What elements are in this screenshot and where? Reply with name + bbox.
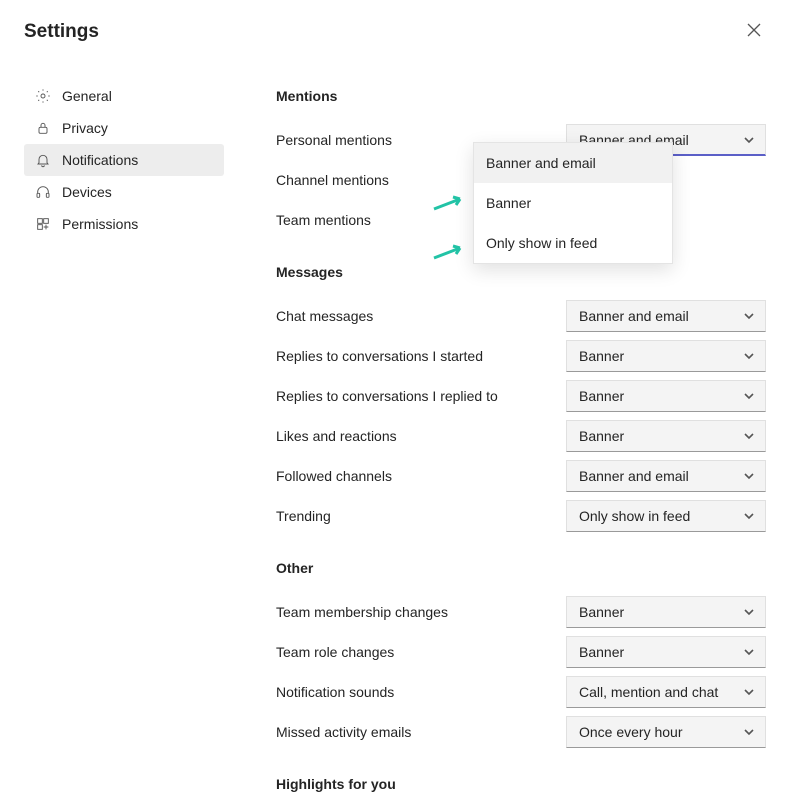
setting-label-trending: Trending	[276, 507, 331, 525]
gear-icon	[34, 87, 52, 105]
sidebar-item-label: General	[62, 88, 112, 104]
setting-label-replies-replied: Replies to conversations I replied to	[276, 387, 498, 405]
close-button[interactable]	[742, 20, 766, 44]
chevron-down-icon	[743, 686, 755, 698]
setting-label-team-mentions: Team mentions	[276, 211, 371, 229]
setting-label-missed-emails: Missed activity emails	[276, 723, 411, 741]
chevron-down-icon	[743, 726, 755, 738]
select-trending[interactable]: Only show in feed	[566, 500, 766, 532]
main-content: Mentions Personal mentions Banner and em…	[224, 80, 766, 808]
sidebar-item-notifications[interactable]: Notifications	[24, 144, 224, 176]
select-value: Once every hour	[579, 724, 683, 740]
annotation-arrow	[432, 242, 468, 269]
sidebar-item-privacy[interactable]: Privacy	[24, 112, 224, 144]
chevron-down-icon	[743, 430, 755, 442]
sidebar: General Privacy Notifications Devices	[24, 80, 224, 240]
dropdown-option-banner[interactable]: Banner	[474, 183, 672, 223]
section-heading-messages: Messages	[276, 264, 766, 280]
select-replies-replied[interactable]: Banner	[566, 380, 766, 412]
select-value: Banner	[579, 604, 624, 620]
setting-label-team-role: Team role changes	[276, 643, 394, 661]
select-value: Banner	[579, 428, 624, 444]
close-icon	[747, 23, 761, 42]
select-value: Banner and email	[579, 308, 689, 324]
select-team-role[interactable]: Banner	[566, 636, 766, 668]
headphones-icon	[34, 183, 52, 201]
sidebar-item-general[interactable]: General	[24, 80, 224, 112]
section-heading-highlights: Highlights for you	[276, 776, 766, 792]
dropdown-option-banner-and-email[interactable]: Banner and email	[474, 143, 672, 183]
select-likes-reactions[interactable]: Banner	[566, 420, 766, 452]
page-title: Settings	[24, 21, 99, 43]
select-team-membership[interactable]: Banner	[566, 596, 766, 628]
setting-label-likes-reactions: Likes and reactions	[276, 427, 397, 445]
sidebar-item-label: Notifications	[62, 152, 138, 168]
setting-label-followed-channels: Followed channels	[276, 467, 392, 485]
select-value: Banner	[579, 348, 624, 364]
chevron-down-icon	[743, 134, 755, 146]
setting-label-replies-started: Replies to conversations I started	[276, 347, 483, 365]
select-value: Call, mention and chat	[579, 684, 718, 700]
setting-label-personal-mentions: Personal mentions	[276, 131, 392, 149]
sidebar-item-label: Permissions	[62, 216, 138, 232]
setting-label-channel-mentions: Channel mentions	[276, 171, 389, 189]
chevron-down-icon	[743, 646, 755, 658]
section-heading-other: Other	[276, 560, 766, 576]
lock-icon	[34, 119, 52, 137]
select-notification-sounds[interactable]: Call, mention and chat	[566, 676, 766, 708]
select-value: Banner	[579, 388, 624, 404]
select-followed-channels[interactable]: Banner and email	[566, 460, 766, 492]
sidebar-item-devices[interactable]: Devices	[24, 176, 224, 208]
dropdown-option-only-show-in-feed[interactable]: Only show in feed	[474, 223, 672, 263]
setting-label-notification-sounds: Notification sounds	[276, 683, 394, 701]
dropdown-menu: Banner and email Banner Only show in fee…	[473, 142, 673, 264]
chevron-down-icon	[743, 310, 755, 322]
select-value: Only show in feed	[579, 508, 690, 524]
select-value: Banner and email	[579, 468, 689, 484]
chevron-down-icon	[743, 606, 755, 618]
select-replies-started[interactable]: Banner	[566, 340, 766, 372]
bell-icon	[34, 151, 52, 169]
chevron-down-icon	[743, 350, 755, 362]
select-missed-emails[interactable]: Once every hour	[566, 716, 766, 748]
select-chat-messages[interactable]: Banner and email	[566, 300, 766, 332]
setting-label-team-membership: Team membership changes	[276, 603, 448, 621]
setting-label-chat-messages: Chat messages	[276, 307, 373, 325]
annotation-arrow	[432, 193, 468, 220]
sidebar-item-label: Privacy	[62, 120, 108, 136]
apps-icon	[34, 215, 52, 233]
chevron-down-icon	[743, 510, 755, 522]
chevron-down-icon	[743, 470, 755, 482]
section-heading-mentions: Mentions	[276, 88, 766, 104]
select-value: Banner	[579, 644, 624, 660]
sidebar-item-permissions[interactable]: Permissions	[24, 208, 224, 240]
sidebar-item-label: Devices	[62, 184, 112, 200]
chevron-down-icon	[743, 390, 755, 402]
